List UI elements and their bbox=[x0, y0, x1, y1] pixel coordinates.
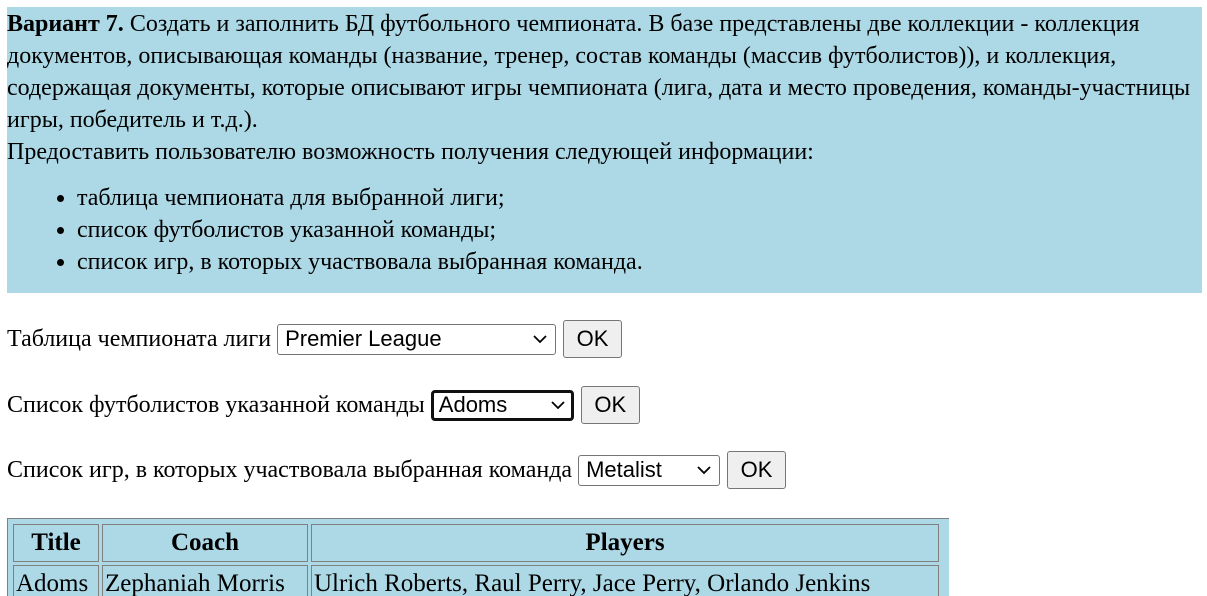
task-list-item: таблица чемпионата для выбранной лиги; bbox=[77, 182, 1202, 214]
variant-label: Вариант 7. bbox=[7, 11, 124, 37]
task-list-item: список футболистов указанной команды; bbox=[77, 214, 1202, 246]
league-table-form: Таблица чемпионата лиги Premier League O… bbox=[7, 320, 623, 358]
league-select[interactable]: Premier League bbox=[277, 323, 557, 355]
players-ok-button[interactable]: OK bbox=[580, 386, 640, 424]
games-team-select[interactable]: Metalist bbox=[578, 454, 721, 486]
chevron-down-icon bbox=[533, 335, 547, 344]
league-select-value: Premier League bbox=[285, 326, 442, 351]
team-table-container: Title Coach Players Adoms Zephaniah Morr… bbox=[7, 518, 949, 596]
task-description: Создать и заполнить БД футбольного чемпи… bbox=[7, 11, 1191, 133]
team-table: Title Coach Players Adoms Zephaniah Morr… bbox=[10, 521, 942, 596]
chevron-down-icon bbox=[697, 466, 711, 475]
task-prompt: Предоставить пользователю возможность по… bbox=[7, 139, 814, 165]
league-label: Таблица чемпионата лиги bbox=[7, 325, 272, 352]
table-row: Adoms Zephaniah Morris Ulrich Roberts, R… bbox=[13, 565, 939, 596]
players-label: Список футболистов указанной команды bbox=[7, 391, 425, 418]
task-list: таблица чемпионата для выбранной лиги; с… bbox=[7, 182, 1202, 278]
team-games-form: Список игр, в которых участвовала выбран… bbox=[7, 451, 787, 489]
column-header-title: Title bbox=[13, 524, 99, 562]
table-cell-title: Adoms bbox=[13, 565, 99, 596]
games-ok-button[interactable]: OK bbox=[727, 451, 787, 489]
chevron-down-icon bbox=[551, 401, 565, 410]
column-header-coach: Coach bbox=[102, 524, 308, 562]
table-cell-coach: Zephaniah Morris bbox=[102, 565, 308, 596]
games-label: Список игр, в которых участвовала выбран… bbox=[7, 456, 573, 483]
games-team-select-value: Metalist bbox=[586, 457, 662, 482]
table-cell-players: Ulrich Roberts, Raul Perry, Jace Perry, … bbox=[311, 565, 939, 596]
task-list-item: список игр, в которых участвовала выбран… bbox=[77, 246, 1202, 278]
table-header-row: Title Coach Players bbox=[13, 524, 939, 562]
team-select[interactable]: Adoms bbox=[430, 389, 574, 421]
task-text: Вариант 7. Создать и заполнить БД футбол… bbox=[7, 8, 1202, 136]
team-players-form: Список футболистов указанной команды Ado… bbox=[7, 386, 640, 424]
task-description-panel: Вариант 7. Создать и заполнить БД футбол… bbox=[7, 7, 1202, 293]
team-select-value: Adoms bbox=[438, 392, 508, 417]
league-ok-button[interactable]: OK bbox=[563, 320, 623, 358]
column-header-players: Players bbox=[311, 524, 939, 562]
